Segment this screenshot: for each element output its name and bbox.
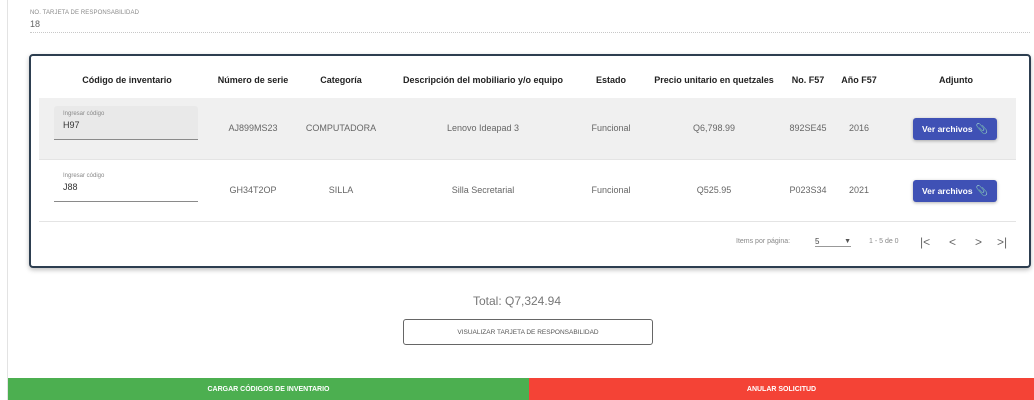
header-precio: Precio unitario en quetzales bbox=[654, 75, 774, 85]
first-page-button[interactable]: |< bbox=[920, 235, 930, 249]
paperclip-icon: 📎 bbox=[975, 185, 988, 197]
view-files-label: Ver archivos bbox=[921, 124, 973, 134]
paperclip-icon: 📎 bbox=[975, 123, 988, 135]
year-cell: 2016 bbox=[848, 123, 870, 133]
status-cell: Funcional bbox=[591, 185, 631, 195]
view-files-button[interactable]: Ver archivos 📎 bbox=[913, 180, 997, 202]
code-input-placeholder: Ingresar código bbox=[63, 173, 105, 179]
table-header: Código de inventario Número de serie Cat… bbox=[31, 56, 1029, 96]
view-files-button[interactable]: Ver archivos 📎 bbox=[913, 118, 997, 140]
inventory-table-card: Código de inventario Número de serie Cat… bbox=[29, 54, 1031, 268]
description-cell: Lenovo Ideapad 3 bbox=[446, 123, 520, 133]
category-cell: COMPUTADORA bbox=[305, 123, 377, 133]
page-range-label: 1 - 5 de 0 bbox=[869, 238, 899, 245]
next-page-button[interactable]: > bbox=[975, 235, 982, 249]
serial-cell: GH34T2OP bbox=[229, 185, 277, 195]
year-cell: 2021 bbox=[848, 185, 870, 195]
prev-page-button[interactable]: < bbox=[949, 235, 956, 249]
left-divider bbox=[7, 0, 8, 400]
code-input-value: H97 bbox=[63, 120, 80, 130]
last-page-button[interactable]: >| bbox=[997, 235, 1007, 249]
page-size-value: 5 bbox=[815, 237, 820, 246]
f57-cell: 892SE45 bbox=[789, 123, 827, 133]
serial-cell: AJ899MS23 bbox=[228, 123, 278, 133]
status-cell: Funcional bbox=[591, 123, 631, 133]
visualize-card-button[interactable]: VISUALIZAR TARJETA DE RESPONSABILIDAD bbox=[403, 319, 653, 345]
table-row: Ingresar código J88 GH34T2OP SILLA Silla… bbox=[39, 160, 1016, 222]
responsibility-card-label: NO. TARJETA DE RESPONSABILIDAD bbox=[30, 10, 140, 16]
cancel-request-button[interactable]: ANULAR SOLICITUD bbox=[529, 378, 1034, 400]
price-cell: Q525.95 bbox=[696, 185, 732, 195]
code-input[interactable]: Ingresar código J88 bbox=[54, 168, 198, 202]
header-estado: Estado bbox=[595, 75, 627, 85]
header-adjunto: Adjunto bbox=[939, 75, 973, 85]
code-input-value: J88 bbox=[63, 182, 78, 192]
chevron-down-icon: ▼ bbox=[844, 238, 851, 245]
header-descripcion: Descripción del mobiliario y/o equipo bbox=[402, 75, 564, 85]
paginator: Items por página: 5 ▼ 1 - 5 de 0 |< < > … bbox=[31, 232, 1029, 262]
header-codigo: Código de inventario bbox=[82, 75, 172, 85]
responsibility-card-value: 18 bbox=[30, 19, 41, 29]
view-files-label: Ver archivos bbox=[921, 186, 973, 196]
description-cell: Silla Secretarial bbox=[451, 185, 515, 195]
header-anio-f57: Año F57 bbox=[841, 75, 877, 85]
total-amount: Total: Q7,324.94 bbox=[472, 294, 562, 308]
load-codes-button[interactable]: CARGAR CÓDIGOS DE INVENTARIO bbox=[8, 378, 529, 400]
items-per-page-label: Items por página: bbox=[736, 238, 791, 245]
category-cell: SILLA bbox=[328, 185, 354, 195]
code-input[interactable]: Ingresar código H97 bbox=[54, 106, 198, 140]
field-underline bbox=[30, 32, 1030, 33]
price-cell: Q6,798.99 bbox=[692, 123, 736, 133]
page-size-select[interactable]: 5 ▼ bbox=[815, 237, 851, 247]
f57-cell: P023S34 bbox=[789, 185, 827, 195]
header-f57: No. F57 bbox=[791, 75, 825, 85]
header-serie: Número de serie bbox=[217, 75, 289, 85]
table-row: Ingresar código H97 AJ899MS23 COMPUTADOR… bbox=[39, 98, 1016, 160]
responsibility-card-field: NO. TARJETA DE RESPONSABILIDAD 18 bbox=[30, 10, 1030, 33]
header-categoria: Categoría bbox=[320, 75, 362, 85]
code-input-placeholder: Ingresar código bbox=[63, 111, 105, 117]
